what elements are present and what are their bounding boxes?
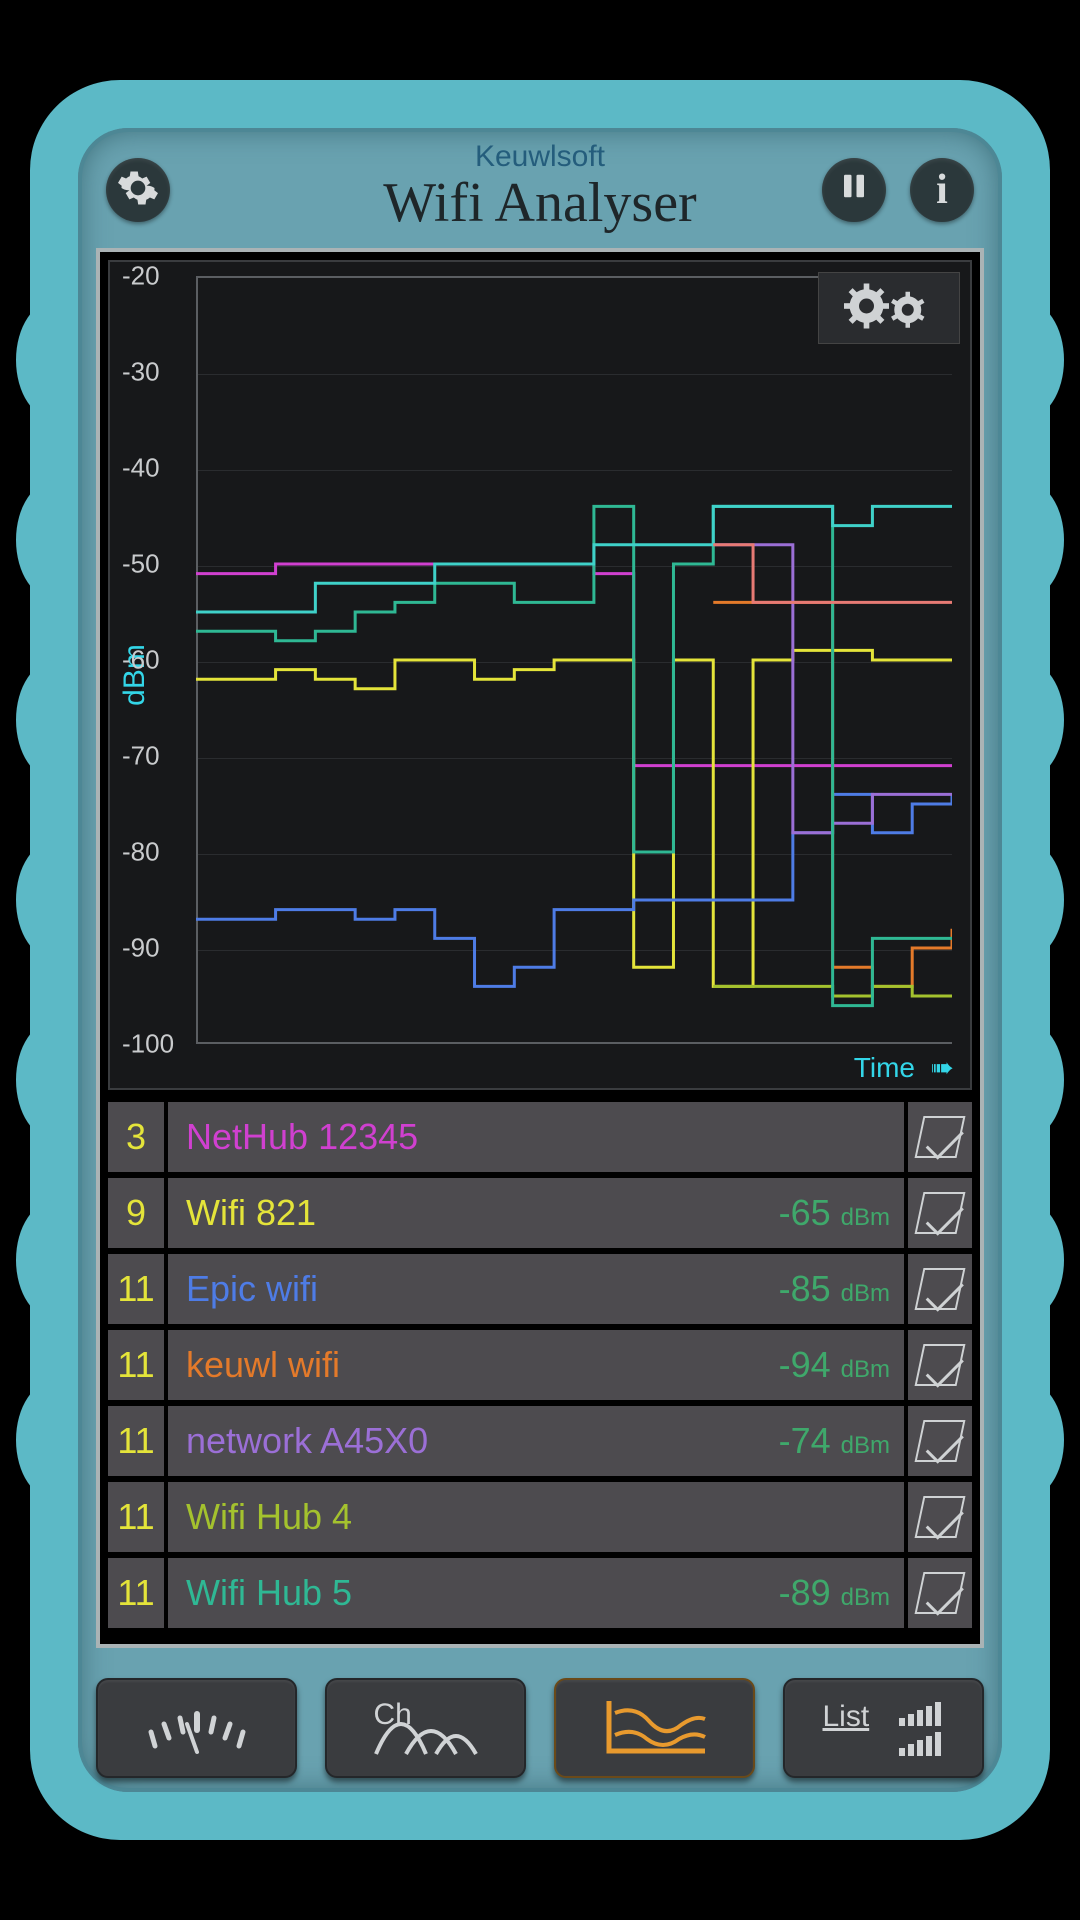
visibility-toggle[interactable] (908, 1406, 972, 1476)
check-icon (915, 1344, 966, 1386)
network-row[interactable]: 11Wifi Hub 5-89 dBm (108, 1558, 972, 1628)
ssid-cell: Wifi Hub 4 (168, 1482, 904, 1552)
channel-cell: 11 (108, 1406, 164, 1476)
y-tick: -100 (122, 1029, 174, 1060)
ssid-cell: Epic wifi-85 dBm (168, 1254, 904, 1324)
check-icon (915, 1192, 966, 1234)
chart-settings-button[interactable] (818, 272, 960, 344)
ssid-cell: Wifi Hub 5-89 dBm (168, 1558, 904, 1628)
nav-bar: Ch List (96, 1678, 984, 1778)
nav-channel-button[interactable]: Ch (325, 1678, 526, 1778)
y-tick: -80 (122, 837, 160, 868)
info-button[interactable]: i (910, 158, 974, 222)
app-title: Wifi Analyser (383, 173, 696, 235)
gears-icon (116, 166, 160, 215)
time-chart-icon (595, 1691, 715, 1766)
meter-icon (137, 1696, 257, 1761)
check-icon (915, 1496, 966, 1538)
list-icon: List (819, 1698, 949, 1758)
ssid-cell: network A45X0-74 dBm (168, 1406, 904, 1476)
ssid-cell: keuwl wifi-94 dBm (168, 1330, 904, 1400)
title-block: Keuwlsoft Wifi Analyser (383, 140, 696, 235)
visibility-toggle[interactable] (908, 1254, 972, 1324)
network-row[interactable]: 9Wifi 821-65 dBm (108, 1178, 972, 1248)
visibility-toggle[interactable] (908, 1482, 972, 1552)
y-tick: -70 (122, 741, 160, 772)
gears-icon (844, 281, 934, 336)
y-tick: -90 (122, 933, 160, 964)
y-tick: -60 (122, 645, 160, 676)
nav-list-button[interactable]: List (783, 1678, 984, 1778)
settings-button[interactable] (106, 158, 170, 222)
chart-x-label: Time ➠ (854, 1051, 954, 1084)
check-icon (915, 1116, 966, 1158)
network-row[interactable]: 11Wifi Hub 4 (108, 1482, 972, 1552)
app-header: Keuwlsoft Wifi Analyser i (78, 128, 1002, 246)
network-row[interactable]: 11network A45X0-74 dBm (108, 1406, 972, 1476)
nav-meter-button[interactable] (96, 1678, 297, 1778)
signal-value: -94 dBm (779, 1344, 890, 1386)
check-icon (915, 1420, 966, 1462)
chart-x-label-text: Time (854, 1052, 915, 1083)
pause-icon (839, 169, 869, 212)
signal-chart: dBm -20-30-40-50-60-70-80-90-100 Time (108, 260, 972, 1090)
arrow-right-icon: ➠ (923, 1052, 954, 1083)
signal-value: -85 dBm (779, 1268, 890, 1310)
signal-value: -74 dBm (779, 1420, 890, 1462)
network-row[interactable]: 11Epic wifi-85 dBm (108, 1254, 972, 1324)
channel-cell: 11 (108, 1482, 164, 1552)
list-label: List (823, 1700, 870, 1734)
chart-lines (196, 276, 952, 1044)
device-shell: Keuwlsoft Wifi Analyser i dBm -20-30-40-… (30, 80, 1050, 1840)
visibility-toggle[interactable] (908, 1330, 972, 1400)
network-list[interactable]: 3NetHub 123459Wifi 821-65 dBm11Epic wifi… (108, 1102, 972, 1632)
y-tick: -50 (122, 549, 160, 580)
y-tick: -30 (122, 357, 160, 388)
signal-value: -89 dBm (779, 1572, 890, 1614)
check-icon (915, 1268, 966, 1310)
info-icon: i (936, 166, 948, 214)
pause-button[interactable] (822, 158, 886, 222)
app-subtitle: Keuwlsoft (383, 140, 696, 173)
screen: dBm -20-30-40-50-60-70-80-90-100 Time (96, 248, 984, 1648)
channel-cell: 9 (108, 1178, 164, 1248)
visibility-toggle[interactable] (908, 1558, 972, 1628)
channel-cell: 11 (108, 1254, 164, 1324)
y-tick: -20 (122, 261, 160, 292)
channel-cell: 11 (108, 1330, 164, 1400)
network-row[interactable]: 3NetHub 12345 (108, 1102, 972, 1172)
visibility-toggle[interactable] (908, 1102, 972, 1172)
visibility-toggle[interactable] (908, 1178, 972, 1248)
ssid-cell: NetHub 12345 (168, 1102, 904, 1172)
channel-icon: Ch (366, 1698, 486, 1758)
y-tick: -40 (122, 453, 160, 484)
channel-cell: 3 (108, 1102, 164, 1172)
network-row[interactable]: 11keuwl wifi-94 dBm (108, 1330, 972, 1400)
check-icon (915, 1572, 966, 1614)
channel-cell: 11 (108, 1558, 164, 1628)
ssid-cell: Wifi 821-65 dBm (168, 1178, 904, 1248)
device-inner: Keuwlsoft Wifi Analyser i dBm -20-30-40-… (78, 128, 1002, 1792)
nav-time-button[interactable] (554, 1678, 755, 1778)
signal-value: -65 dBm (779, 1192, 890, 1234)
